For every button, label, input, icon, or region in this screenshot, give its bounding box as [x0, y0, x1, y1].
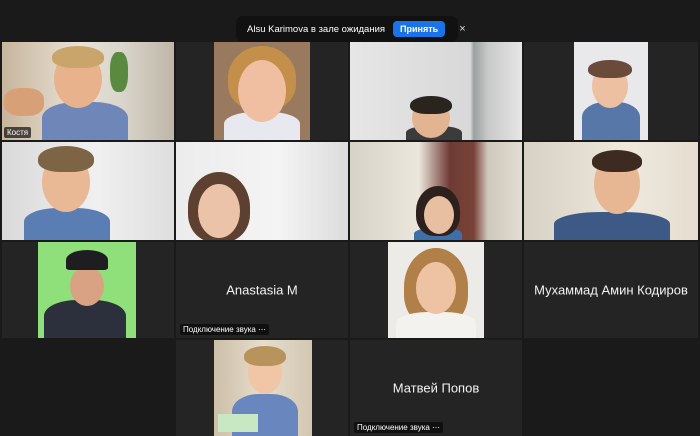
- participant-video: [214, 42, 310, 140]
- participant-tile-4[interactable]: [524, 42, 698, 140]
- accept-button[interactable]: Принять: [393, 21, 446, 37]
- participant-tile-muhammad[interactable]: Мухаммад Амин Кодиров: [524, 242, 698, 338]
- participant-video: [2, 142, 174, 240]
- participant-tile-9[interactable]: [2, 242, 174, 338]
- participant-video: [176, 142, 348, 240]
- participant-video: [574, 42, 648, 140]
- participant-tile-kostya[interactable]: Костя: [2, 42, 174, 140]
- participant-video: [524, 142, 698, 240]
- participant-tile-13[interactable]: [176, 340, 348, 436]
- participant-tile-11[interactable]: [350, 242, 522, 338]
- participant-name: Мухаммад Амин Кодиров: [534, 282, 688, 298]
- participant-video: [214, 340, 312, 436]
- participant-tile-6[interactable]: [176, 142, 348, 240]
- participant-tile-matvey[interactable]: Матвей Попов Подключение звука ⋯: [350, 340, 522, 436]
- waiting-room-notification: Alsu Karimova в зале ожидания Принять ×: [236, 16, 466, 42]
- participant-tile-3[interactable]: [350, 42, 522, 140]
- participant-tile-8[interactable]: [524, 142, 698, 240]
- participant-video: [2, 42, 174, 140]
- participant-video: [350, 142, 522, 240]
- waiting-room-message: Alsu Karimova в зале ожидания: [247, 23, 386, 35]
- close-icon[interactable]: ×: [459, 23, 465, 35]
- participant-name-label: Костя: [4, 127, 32, 138]
- participant-video: [388, 242, 484, 338]
- participant-video: [38, 242, 136, 338]
- participant-tile-anastasia[interactable]: Anastasia M Подключение звука ⋯: [176, 242, 348, 338]
- participant-tile-7[interactable]: [350, 142, 522, 240]
- audio-connecting-status: Подключение звука ⋯: [180, 324, 270, 335]
- participant-video: [350, 42, 522, 140]
- audio-connecting-status: Подключение звука ⋯: [354, 422, 444, 433]
- participant-name: Anastasia M: [226, 282, 298, 298]
- participant-name: Матвей Попов: [392, 380, 480, 396]
- participant-tile-2[interactable]: [176, 42, 348, 140]
- participant-tile-5[interactable]: [2, 142, 174, 240]
